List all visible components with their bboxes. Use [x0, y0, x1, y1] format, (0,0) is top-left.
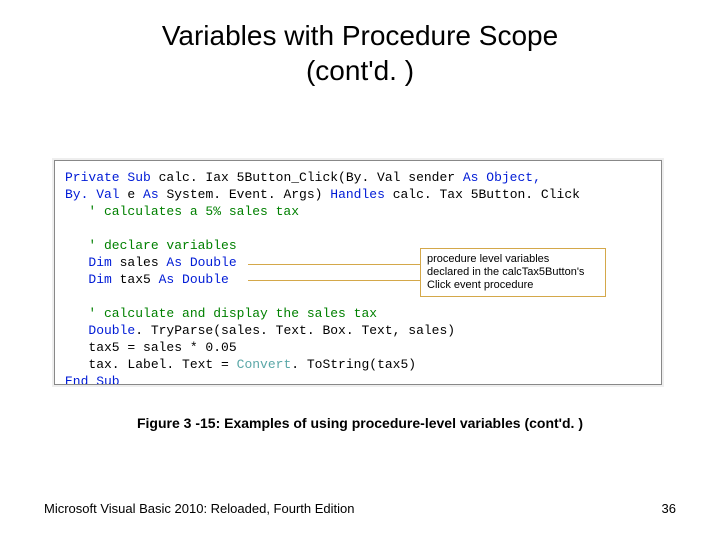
code-token: Convert [237, 357, 292, 372]
code-token: tax. Label. Text = [65, 357, 237, 372]
slide-title: Variables with Procedure Scope (cont'd. … [0, 0, 720, 88]
code-token: As Double [166, 255, 236, 270]
code-token: . ToString(tax5) [291, 357, 416, 372]
code-token: calc. Iax 5Button_Click(By. Val [159, 170, 409, 185]
code-token: As Double [159, 272, 229, 287]
title-line-1: Variables with Procedure Scope [162, 20, 558, 51]
code-comment: ' declare variables [65, 238, 237, 253]
code-comment: ' calculates a 5% sales tax [65, 204, 299, 219]
callout-box: procedure level variables declared in th… [420, 248, 606, 297]
code-token: As Object, [463, 170, 541, 185]
footer-text: Microsoft Visual Basic 2010: Reloaded, F… [44, 501, 354, 516]
code-token: tax5 [120, 272, 159, 287]
code-token: By. Val [65, 187, 127, 202]
code-token: e [127, 187, 143, 202]
code-comment: ' calculate and display the sales tax [65, 306, 377, 321]
callout-line-2: declared in the calcTax5Button's [427, 266, 584, 278]
code-token: Dim [65, 255, 120, 270]
code-token: sales [120, 255, 167, 270]
code-token: System. Event. Args) [166, 187, 330, 202]
code-token: End Sub [65, 374, 120, 385]
code-token: . TryParse(sales. Text. Box. Text, sales… [135, 323, 455, 338]
figure-caption: Figure 3 -15: Examples of using procedur… [0, 415, 720, 431]
code-token: Handles [330, 187, 392, 202]
title-line-2: (cont'd. ) [306, 55, 414, 86]
code-token: Private Sub [65, 170, 159, 185]
callout-line-1: procedure level variables [427, 253, 549, 265]
code-token: As [143, 187, 166, 202]
code-token: sender [408, 170, 463, 185]
callout-line-3: Click event procedure [427, 279, 533, 291]
slide: Variables with Procedure Scope (cont'd. … [0, 0, 720, 540]
code-line: tax5 = sales * 0.05 [65, 340, 237, 355]
code-token: Double [65, 323, 135, 338]
callout-connector [248, 280, 420, 281]
code-token: calc. Tax 5Button. Click [393, 187, 580, 202]
callout-connector [248, 264, 420, 265]
code-token: Dim [65, 272, 120, 287]
page-number: 36 [662, 501, 676, 516]
